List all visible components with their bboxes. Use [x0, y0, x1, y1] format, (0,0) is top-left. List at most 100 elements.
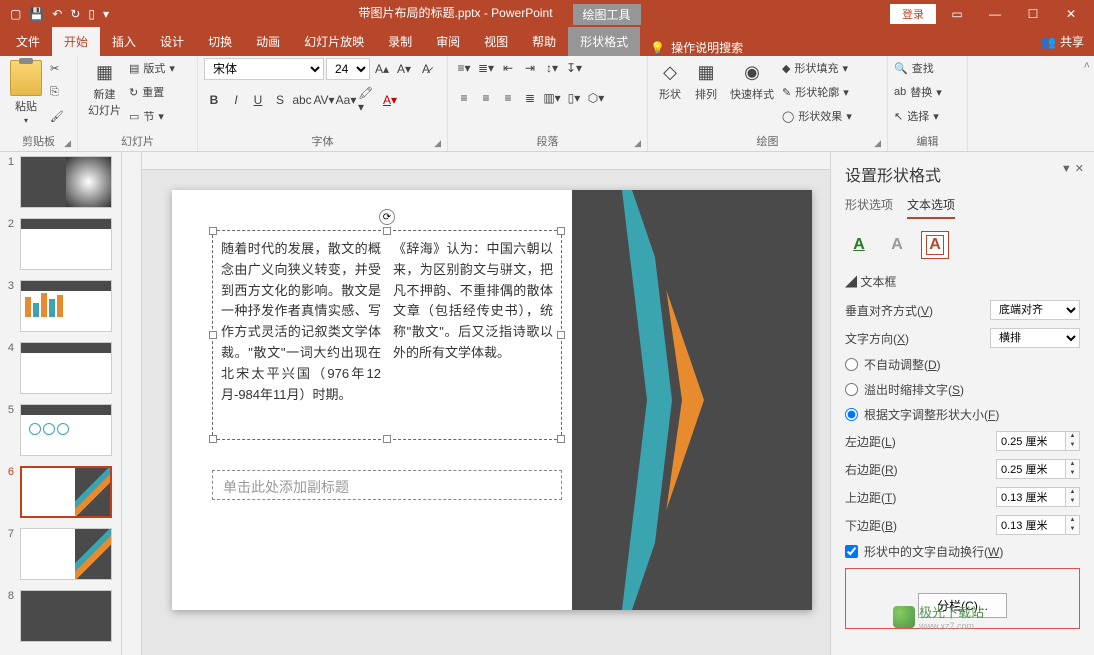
share-button[interactable]: 👥 共享 — [1031, 27, 1094, 56]
smartart-button[interactable]: ⬡▾ — [586, 88, 606, 108]
margin-top-input[interactable] — [996, 487, 1066, 507]
pane-tab-shape[interactable]: 形状选项 — [845, 196, 893, 219]
layout-button[interactable]: ▤ 版式 ▾ — [129, 58, 175, 78]
autofit-none-radio[interactable] — [845, 358, 858, 371]
copy-button[interactable]: ⎘ — [50, 82, 64, 102]
spin-up[interactable]: ▲ — [1066, 460, 1079, 469]
select-button[interactable]: ↖ 选择 ▾ — [894, 106, 942, 126]
save-icon[interactable]: 💾 — [29, 7, 44, 21]
spin-down[interactable]: ▼ — [1066, 497, 1079, 506]
tab-home[interactable]: 开始 — [52, 27, 100, 56]
textdir-select[interactable]: 横排 — [990, 328, 1080, 348]
highlight-button[interactable]: 🖍▾ — [358, 90, 378, 110]
startfromstart-icon[interactable]: ▯ — [88, 7, 95, 21]
find-button[interactable]: 🔍 查找 — [894, 58, 942, 78]
replace-button[interactable]: ab 替换 ▾ — [894, 82, 942, 102]
resize-handle[interactable] — [383, 227, 391, 235]
rotate-handle-icon[interactable]: ⟳ — [379, 209, 395, 225]
resize-handle[interactable] — [557, 435, 565, 443]
slide-thumb-3[interactable] — [20, 280, 112, 332]
underline-button[interactable]: U — [248, 90, 268, 110]
columns-button-pane[interactable]: 分栏(C)... — [918, 593, 1007, 618]
format-painter-button[interactable]: 🖌 — [50, 106, 64, 126]
spin-down[interactable]: ▼ — [1066, 441, 1079, 450]
slide-thumb-5[interactable] — [20, 404, 112, 456]
section-button[interactable]: ▭ 节 ▾ — [129, 106, 175, 126]
spin-down[interactable]: ▼ — [1066, 525, 1079, 534]
resize-handle[interactable] — [557, 331, 565, 339]
numbering-button[interactable]: ≣▾ — [476, 58, 496, 78]
font-name-select[interactable]: 宋体 — [204, 58, 324, 80]
tell-me-search[interactable]: 💡 操作说明搜索 — [650, 39, 743, 56]
drawing-launcher[interactable]: ◢ — [874, 138, 881, 149]
text-column-1[interactable]: 随着时代的发展，散文的概念由广义向狭义转变，并受到西方文化的影响。散文是一种抒发… — [221, 239, 381, 405]
shadow-button[interactable]: abc — [292, 90, 312, 110]
valign-select[interactable]: 底端对齐 — [990, 300, 1080, 320]
shape-fill-button[interactable]: ◆ 形状填充 ▾ — [782, 58, 852, 78]
tab-help[interactable]: 帮助 — [520, 27, 568, 56]
shape-effects-button[interactable]: ◯ 形状效果 ▾ — [782, 106, 852, 126]
undo-icon[interactable]: ↶ — [52, 7, 62, 21]
tab-shapeformat[interactable]: 形状格式 — [568, 27, 640, 56]
resize-handle[interactable] — [209, 331, 217, 339]
redo-icon[interactable]: ↻ — [70, 7, 80, 21]
tab-file[interactable]: 文件 — [4, 27, 52, 56]
wrap-checkbox[interactable] — [845, 545, 858, 558]
pane-close-icon[interactable]: ▼ ✕ — [1061, 162, 1084, 175]
text-direction-button[interactable]: ↧▾ — [564, 58, 584, 78]
new-slide-button[interactable]: ▦ 新建 幻灯片 — [84, 58, 125, 120]
slide-editor[interactable]: ⟳ 随着时代的发展，散文的概念由广义向狭义转变，并受到西方文化的影响。散文是一种… — [142, 152, 830, 655]
login-button[interactable]: 登录 — [890, 4, 936, 24]
clear-format-button[interactable]: A̷ — [416, 59, 436, 79]
subtitle-textbox[interactable]: 单击此处添加副标题 — [212, 470, 562, 500]
indent-dec-button[interactable]: ⇤ — [498, 58, 518, 78]
quickstyles-button[interactable]: ◉快速样式 — [726, 58, 778, 104]
text-column-2[interactable]: 《辞海》认为：中国六朝以来，为区别韵文与骈文，把凡不押韵、不重排偶的散体文章（包… — [393, 239, 553, 405]
align-left-button[interactable]: ≡ — [454, 88, 474, 108]
font-launcher[interactable]: ◢ — [434, 138, 441, 149]
resize-handle[interactable] — [209, 435, 217, 443]
text-effects-icon[interactable]: A — [883, 231, 911, 259]
margin-bottom-input[interactable] — [996, 515, 1066, 535]
paragraph-launcher[interactable]: ◢ — [634, 138, 641, 149]
ribbon-display-icon[interactable]: ▭ — [940, 7, 974, 21]
cut-button[interactable]: ✂ — [50, 58, 64, 78]
resize-handle[interactable] — [383, 435, 391, 443]
strike-button[interactable]: S — [270, 90, 290, 110]
paste-button[interactable]: 粘贴 ▾ — [6, 58, 46, 127]
autofit-resize-radio[interactable] — [845, 408, 858, 421]
slide-thumb-4[interactable] — [20, 342, 112, 394]
shape-outline-button[interactable]: ✎ 形状轮廓 ▾ — [782, 82, 852, 102]
align-right-button[interactable]: ≡ — [498, 88, 518, 108]
increase-font-button[interactable]: A▴ — [372, 59, 392, 79]
pane-tab-text[interactable]: 文本选项 — [907, 196, 955, 219]
title-textbox[interactable]: ⟳ 随着时代的发展，散文的概念由广义向狭义转变，并受到西方文化的影响。散文是一种… — [212, 230, 562, 440]
arrange-button[interactable]: ▦排列 — [690, 58, 722, 104]
change-case-button[interactable]: Aa▾ — [336, 90, 356, 110]
columns-button[interactable]: ▥▾ — [542, 88, 562, 108]
justify-button[interactable]: ≣ — [520, 88, 540, 108]
line-spacing-button[interactable]: ↕▾ — [542, 58, 562, 78]
autosave-icon[interactable]: ▢ — [10, 7, 21, 21]
spin-up[interactable]: ▲ — [1066, 432, 1079, 441]
indent-inc-button[interactable]: ⇥ — [520, 58, 540, 78]
collapse-ribbon-icon[interactable]: ˄ — [1080, 56, 1094, 151]
thumbnails-panel[interactable]: 1 2 3 4 5 6 7 8 — [0, 152, 122, 655]
tab-design[interactable]: 设计 — [148, 27, 196, 56]
tab-review[interactable]: 审阅 — [424, 27, 472, 56]
clipboard-launcher[interactable]: ◢ — [64, 138, 71, 149]
autofit-shrink-radio[interactable] — [845, 383, 858, 396]
tab-slideshow[interactable]: 幻灯片放映 — [292, 27, 376, 56]
bold-button[interactable]: B — [204, 90, 224, 110]
text-fill-outline-icon[interactable]: A — [845, 231, 873, 259]
spin-up[interactable]: ▲ — [1066, 488, 1079, 497]
decrease-font-button[interactable]: A▾ — [394, 59, 414, 79]
align-center-button[interactable]: ≡ — [476, 88, 496, 108]
reset-button[interactable]: ↻ 重置 — [129, 82, 175, 102]
spacing-button[interactable]: AV▾ — [314, 90, 334, 110]
resize-handle[interactable] — [557, 227, 565, 235]
minimize-icon[interactable]: — — [978, 7, 1012, 21]
textbox-section-header[interactable]: ◢ 文本框 — [845, 273, 1080, 290]
margin-left-input[interactable] — [996, 431, 1066, 451]
slide-canvas[interactable]: ⟳ 随着时代的发展，散文的概念由广义向狭义转变，并受到西方文化的影响。散文是一种… — [172, 190, 812, 610]
